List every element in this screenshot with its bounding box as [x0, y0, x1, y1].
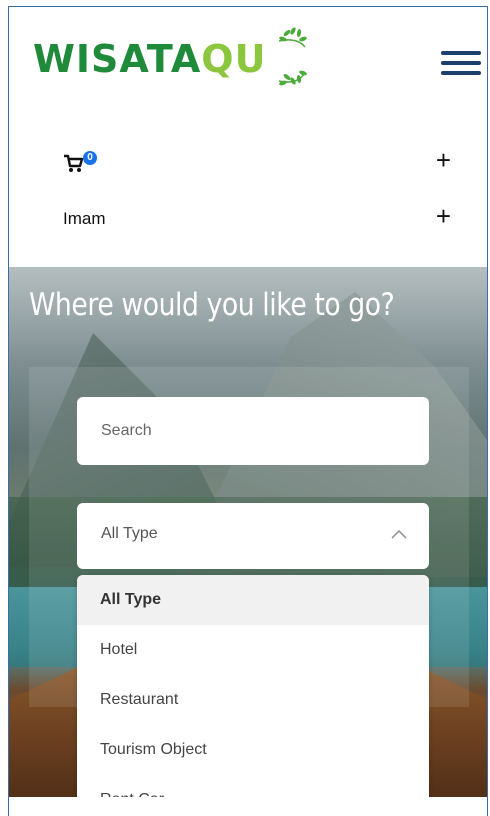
chevron-up-icon — [391, 529, 407, 539]
brand-logo[interactable]: WISATAQU — [33, 23, 307, 93]
expand-user-button[interactable]: + — [436, 203, 451, 229]
hamburger-bar — [441, 61, 481, 65]
nav-item-cart[interactable]: 0 + — [61, 147, 451, 177]
type-select[interactable]: All Type — [77, 503, 429, 569]
laurel-icon — [278, 27, 307, 86]
expand-cart-button[interactable]: + — [436, 147, 451, 173]
hero-search-section: Where would you like to go? All Type All… — [9, 267, 487, 797]
user-name-label: Imam — [63, 209, 106, 228]
type-dropdown-list: All Type Hotel Restaurant Tourism Object… — [77, 575, 429, 797]
logo-text: WISATAQU — [33, 37, 267, 81]
menu-toggle-button[interactable] — [441, 51, 481, 79]
nav-item-user[interactable]: Imam + — [61, 203, 451, 233]
page-frame: WISATAQU 0 + Imam + Where would you like… — [8, 6, 488, 816]
hamburger-bar — [441, 71, 481, 75]
hamburger-bar — [441, 51, 481, 55]
type-option-restaurant[interactable]: Restaurant — [77, 675, 429, 725]
cart-icon — [64, 154, 84, 172]
cart-link[interactable]: 0 — [63, 149, 101, 173]
type-option-tourism-object[interactable]: Tourism Object — [77, 725, 429, 775]
type-option-all[interactable]: All Type — [77, 575, 429, 625]
type-option-hotel[interactable]: Hotel — [77, 625, 429, 675]
type-select-value: All Type — [101, 525, 158, 542]
type-option-rent-car[interactable]: Rent Car — [77, 775, 429, 797]
search-input[interactable] — [77, 397, 429, 465]
hero-title: Where would you like to go? — [29, 287, 395, 323]
cart-count-badge: 0 — [83, 151, 97, 165]
